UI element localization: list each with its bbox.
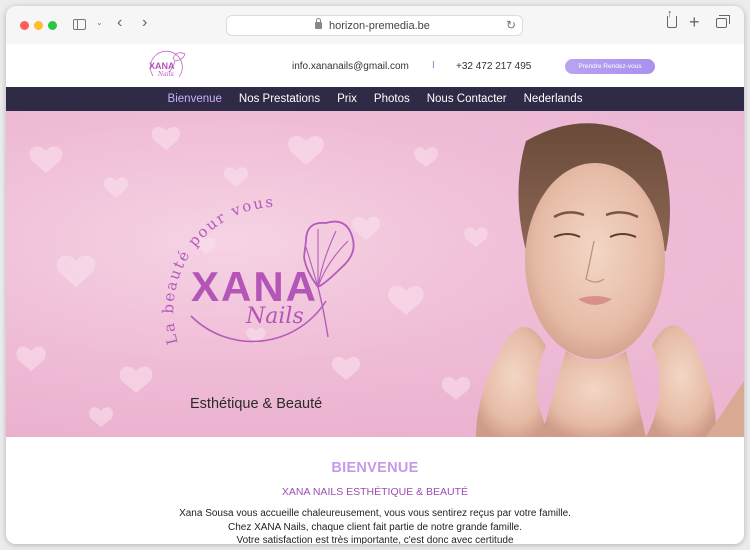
xana-nails-logo-small[interactable]: XANA Nails — [139, 46, 193, 84]
hero-background-image: La beauté pour vous XANA Nails — [16, 111, 744, 437]
welcome-subtitle: XANA NAILS ESTHÉTIQUE & BEAUTÉ — [281, 486, 469, 498]
hero-tagline: Esthétique & Beauté — [190, 396, 323, 412]
reload-icon[interactable]: ↻ — [506, 18, 516, 32]
header-phone[interactable]: +32 472 217 495 — [456, 61, 531, 72]
paragraph-line: Votre satisfaction est très importante, … — [236, 535, 514, 544]
welcome-section: BIENVENUE XANA NAILS ESTHÉTIQUE & BEAUTÉ… — [6, 437, 744, 544]
main-navigation: Bienvenue Nos Prestations Prix Photos No… — [6, 87, 744, 111]
book-appointment-button[interactable]: Prendre Rendez-vous — [565, 59, 655, 74]
nav-item-nederlands[interactable]: Nederlands — [524, 87, 583, 111]
minimize-window-button[interactable] — [34, 21, 43, 30]
nav-item-bienvenue[interactable]: Bienvenue — [168, 87, 222, 111]
site-header: XANA Nails info.xananails@gmail.com I +3… — [6, 44, 744, 87]
zoom-window-button[interactable] — [48, 21, 57, 30]
nav-item-prix[interactable]: Prix — [337, 87, 357, 111]
back-button[interactable]: ‹ — [117, 15, 122, 31]
logo-brand-text: XANA — [149, 61, 175, 71]
new-tab-icon[interactable]: + — [689, 12, 700, 33]
close-window-button[interactable] — [20, 21, 29, 30]
address-bar[interactable]: horizon-premedia.be ↻ — [226, 15, 523, 36]
nav-item-nous-contacter[interactable]: Nous Contacter — [427, 87, 507, 111]
lock-icon — [315, 18, 322, 29]
xana-nails-logo: La beauté pour vous XANA Nails — [159, 193, 355, 347]
browser-toolbar: ⌄ ‹ › horizon-premedia.be ↻ + — [6, 6, 744, 44]
header-separator: I — [432, 60, 435, 71]
browser-window: ⌄ ‹ › horizon-premedia.be ↻ + XANA Nails… — [6, 6, 744, 544]
header-email[interactable]: info.xananails@gmail.com — [292, 61, 409, 72]
logo-script-text-large: Nails — [245, 304, 304, 329]
tab-overview-icon[interactable] — [716, 15, 730, 28]
sidebar-toggle-icon[interactable] — [73, 19, 86, 30]
welcome-paragraph: Xana Sousa vous accueille chaleureusemen… — [6, 507, 744, 544]
nav-item-photos[interactable]: Photos — [374, 87, 410, 111]
paragraph-line: Chez XANA Nails, chaque client fait part… — [227, 521, 523, 533]
logo-script-text: Nails — [157, 71, 174, 78]
nav-item-nos-prestations[interactable]: Nos Prestations — [239, 87, 320, 111]
welcome-title: BIENVENUE — [331, 460, 419, 476]
paragraph-line: Xana Sousa vous accueille chaleureusemen… — [179, 508, 571, 519]
url-text: horizon-premedia.be — [329, 20, 430, 32]
hero-banner: La beauté pour vous XANA Nails Esthétiqu… — [6, 111, 744, 437]
chevron-down-icon[interactable]: ⌄ — [96, 18, 103, 27]
logo-brand-text-large: XANA — [191, 263, 318, 310]
forward-button[interactable]: › — [142, 15, 147, 31]
share-icon[interactable] — [667, 8, 677, 28]
